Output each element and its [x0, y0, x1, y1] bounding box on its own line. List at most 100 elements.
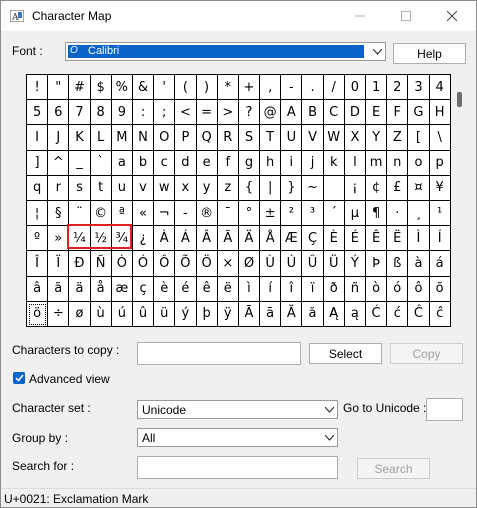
char-cell[interactable]: º: [27, 226, 49, 252]
char-cell[interactable]: p: [429, 150, 451, 176]
char-cell[interactable]: ă: [302, 301, 324, 327]
char-cell[interactable]: ¯: [217, 200, 239, 227]
char-cell[interactable]: ð: [323, 276, 345, 302]
char-cell[interactable]: ¼: [69, 226, 91, 252]
char-cell[interactable]: ĉ: [429, 301, 451, 327]
char-cell[interactable]: l: [344, 150, 366, 176]
char-cell[interactable]: k: [323, 150, 345, 176]
char-cell[interactable]: ©: [90, 200, 112, 227]
search-input[interactable]: [137, 456, 338, 479]
char-cell[interactable]: â: [27, 276, 49, 302]
advanced-view-checkbox[interactable]: [13, 372, 25, 384]
char-cell[interactable]: Ð: [69, 251, 91, 277]
char-cell[interactable]: E: [366, 100, 388, 126]
char-cell[interactable]: V: [302, 125, 324, 151]
char-cell[interactable]: Ç: [302, 226, 324, 252]
char-cell[interactable]: ø: [69, 301, 91, 327]
char-cell[interactable]: å: [90, 276, 112, 302]
char-cell[interactable]: _: [69, 150, 91, 176]
char-cell[interactable]: Ä: [238, 226, 261, 252]
char-cell[interactable]: j: [302, 150, 324, 176]
char-cell[interactable]: Ò: [111, 251, 133, 277]
char-cell[interactable]: ā: [260, 301, 282, 327]
char-cell[interactable]: £: [387, 175, 409, 201]
char-cell[interactable]: [323, 175, 345, 201]
char-cell[interactable]: î: [281, 276, 303, 302]
char-cell[interactable]: G: [408, 100, 430, 126]
char-cell[interactable]: ¤: [408, 175, 430, 201]
title-bar[interactable]: A Character Map: [1, 1, 476, 31]
char-cell[interactable]: Ĉ: [408, 301, 430, 327]
char-cell[interactable]: r: [48, 175, 70, 201]
char-cell[interactable]: ¶: [366, 200, 388, 227]
char-cell[interactable]: [: [408, 125, 430, 151]
char-cell[interactable]: $: [90, 75, 112, 101]
char-cell[interactable]: õ: [429, 276, 451, 302]
char-cell[interactable]: 2: [387, 75, 409, 101]
char-cell[interactable]: Ą: [323, 301, 345, 327]
char-cell[interactable]: Z: [387, 125, 409, 151]
char-cell[interactable]: X: [344, 125, 366, 151]
char-cell[interactable]: L: [90, 125, 112, 151]
char-cell[interactable]: ¾: [111, 226, 133, 252]
char-cell[interactable]: í: [260, 276, 282, 302]
char-cell[interactable]: U: [281, 125, 303, 151]
char-cell[interactable]: ÷: [48, 301, 70, 327]
minimize-button[interactable]: [337, 1, 383, 31]
char-cell[interactable]: ê: [196, 276, 218, 302]
char-cell[interactable]: t: [90, 175, 112, 201]
char-cell[interactable]: ë: [217, 276, 239, 302]
char-cell[interactable]: ²: [281, 200, 303, 227]
goto-unicode-input[interactable]: [426, 398, 463, 421]
char-cell[interactable]: Ñ: [90, 251, 112, 277]
char-cell[interactable]: M: [111, 125, 133, 151]
char-cell[interactable]: Ó: [132, 251, 155, 277]
character-set-dropdown[interactable]: Unicode: [137, 400, 338, 419]
char-cell[interactable]: á: [429, 251, 451, 277]
char-cell[interactable]: û: [132, 301, 155, 327]
char-cell[interactable]: Ý: [344, 251, 366, 277]
char-cell[interactable]: ¦: [27, 200, 49, 227]
char-cell[interactable]: }: [281, 175, 303, 201]
char-cell[interactable]: Î: [27, 251, 49, 277]
char-cell[interactable]: ì: [238, 276, 261, 302]
char-cell[interactable]: \: [429, 125, 451, 151]
char-cell[interactable]: D: [344, 100, 366, 126]
char-cell[interactable]: É: [344, 226, 366, 252]
char-cell[interactable]: à: [408, 251, 430, 277]
char-cell[interactable]: `: [90, 150, 112, 176]
char-cell[interactable]: ³: [302, 200, 324, 227]
char-cell[interactable]: Û: [302, 251, 324, 277]
char-cell[interactable]: W: [323, 125, 345, 151]
char-cell[interactable]: I: [27, 125, 49, 151]
char-cell[interactable]: H: [429, 100, 451, 126]
char-cell[interactable]: y: [196, 175, 218, 201]
char-cell[interactable]: 5: [27, 100, 49, 126]
char-cell[interactable]: .: [302, 75, 324, 101]
char-cell[interactable]: +: [238, 75, 261, 101]
char-cell[interactable]: ¿: [132, 226, 155, 252]
char-cell[interactable]: þ: [196, 301, 218, 327]
char-cell[interactable]: Ù: [260, 251, 282, 277]
char-cell[interactable]: c: [154, 150, 176, 176]
char-cell[interactable]: R: [217, 125, 239, 151]
char-cell[interactable]: ¡: [344, 175, 366, 201]
char-cell[interactable]: °: [238, 200, 261, 227]
char-cell[interactable]: i: [281, 150, 303, 176]
help-button[interactable]: Help: [393, 43, 466, 64]
char-cell[interactable]: %: [111, 75, 133, 101]
char-cell[interactable]: -: [175, 200, 197, 227]
char-cell[interactable]: Á: [175, 226, 197, 252]
char-cell[interactable]: n: [387, 150, 409, 176]
char-cell[interactable]: T: [260, 125, 282, 151]
char-cell[interactable]: {: [238, 175, 261, 201]
char-cell[interactable]: ý: [175, 301, 197, 327]
char-cell[interactable]: N: [132, 125, 155, 151]
characters-to-copy-input[interactable]: [137, 342, 301, 365]
char-cell[interactable]: Õ: [175, 251, 197, 277]
char-cell[interactable]: ć: [387, 301, 409, 327]
char-cell[interactable]: C: [323, 100, 345, 126]
char-cell[interactable]: µ: [344, 200, 366, 227]
char-cell[interactable]: È: [323, 226, 345, 252]
char-cell[interactable]: -: [281, 75, 303, 101]
